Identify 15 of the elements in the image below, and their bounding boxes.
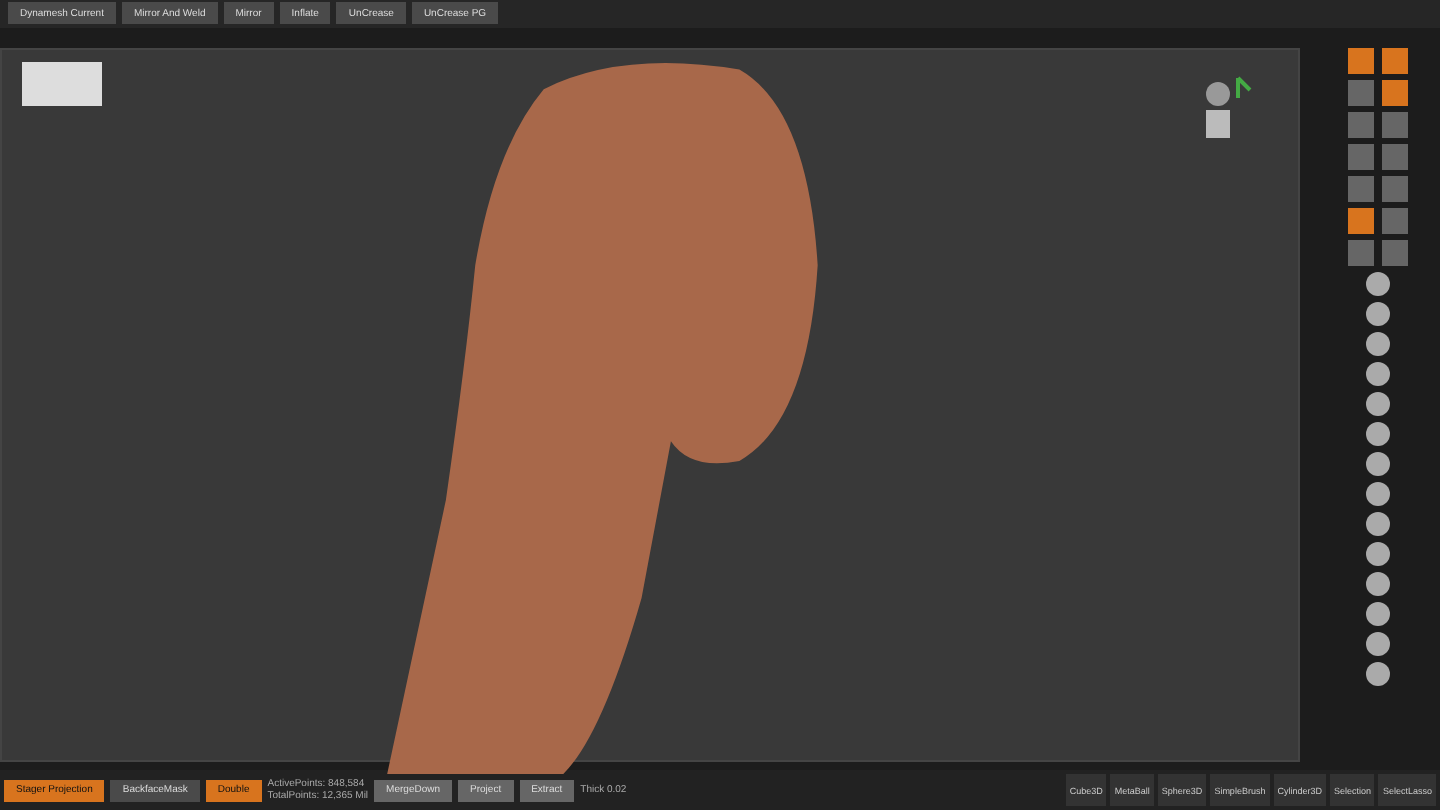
brush-icon[interactable] <box>1366 512 1390 536</box>
brush-icon[interactable] <box>1366 662 1390 686</box>
brush-icon[interactable] <box>1366 572 1390 596</box>
brush-icon[interactable] <box>1366 602 1390 626</box>
brush-icon[interactable] <box>1366 272 1390 296</box>
brush-icon[interactable] <box>1366 452 1390 476</box>
brush-thumbnail[interactable] <box>22 62 102 106</box>
brush-icon[interactable] <box>1366 362 1390 386</box>
brush-icon[interactable] <box>1366 632 1390 656</box>
brush-icon[interactable] <box>1366 302 1390 326</box>
brush-icon[interactable] <box>1366 542 1390 566</box>
brush-icon[interactable] <box>1366 392 1390 416</box>
brush-icon[interactable] <box>1366 482 1390 506</box>
brush-icon[interactable] <box>1366 422 1390 446</box>
brush-icon[interactable] <box>1366 332 1390 356</box>
